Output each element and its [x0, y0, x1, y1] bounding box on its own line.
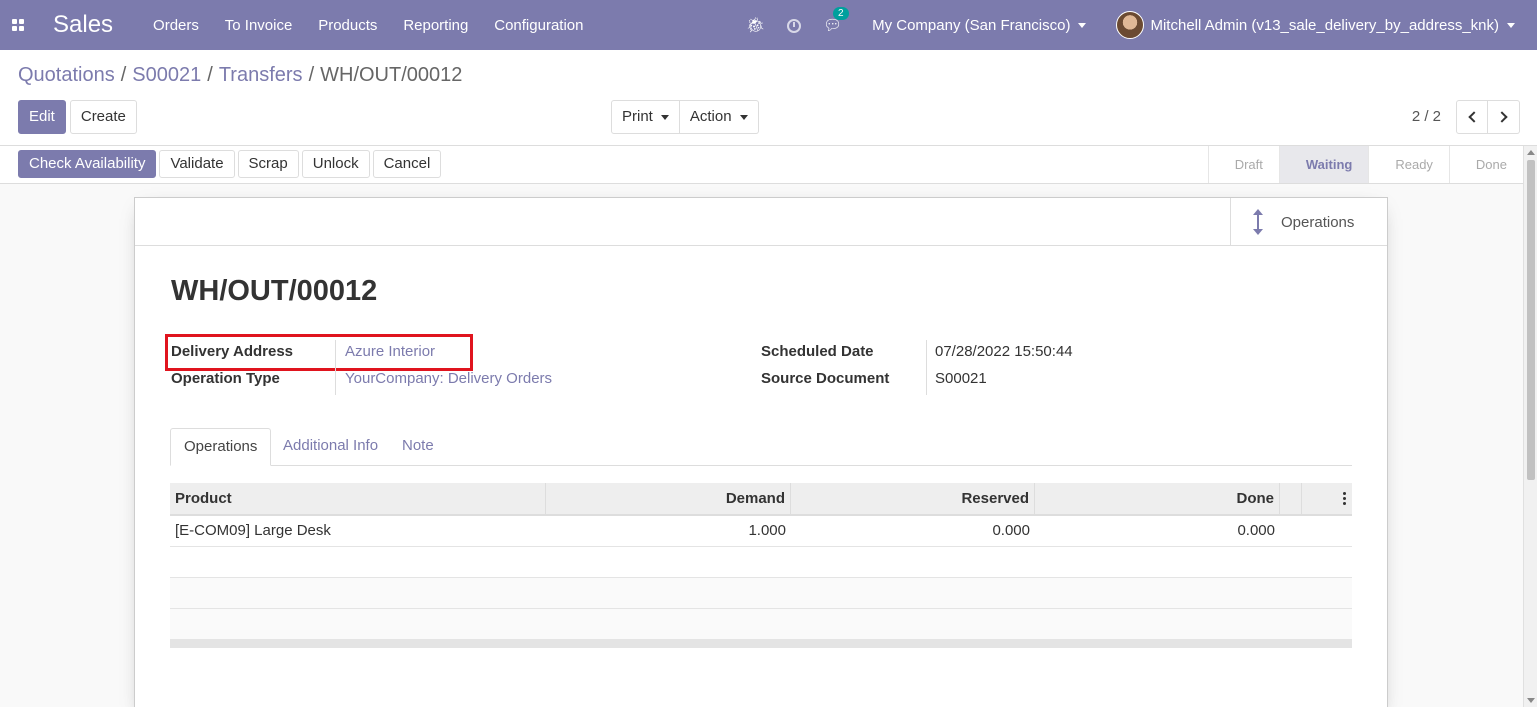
user-name: Mitchell Admin (v13_sale_delivery_by_add…: [1150, 16, 1499, 34]
breadcrumb: Quotations / S00021/Transfers / WH/OUT/00012: [18, 64, 463, 86]
pager-previous-button[interactable]: [1456, 100, 1488, 134]
top-navbar: Sales Orders To Invoice Products Reporti…: [0, 0, 1537, 50]
column-spacer: [1280, 483, 1302, 514]
source-document-value: S00021: [935, 370, 987, 387]
menu-orders[interactable]: Orders: [153, 17, 199, 34]
action-label: Action: [689, 108, 732, 125]
cell-reserved: 0.000: [992, 522, 1030, 539]
field-divider: [335, 340, 336, 395]
column-done[interactable]: Done: [1035, 483, 1280, 514]
scrap-button[interactable]: Scrap: [237, 150, 299, 178]
edit-button[interactable]: Edit: [18, 100, 66, 134]
menu-reporting[interactable]: Reporting: [403, 17, 468, 34]
table-header: Product Demand Reserved Done: [170, 483, 1352, 516]
chat-count-badge: 2: [833, 7, 849, 20]
validate-button[interactable]: Validate: [159, 150, 235, 178]
cell-done: 0.000: [1237, 522, 1275, 539]
scheduled-date-label: Scheduled Date: [761, 343, 874, 360]
caret-down-icon: [739, 114, 748, 120]
cancel-button[interactable]: Cancel: [372, 150, 442, 178]
column-reserved[interactable]: Reserved: [791, 483, 1035, 514]
delivery-address-link[interactable]: Azure Interior: [345, 343, 435, 360]
pager-value[interactable]: 2 / 2: [1412, 108, 1441, 125]
menu-products[interactable]: Products: [318, 17, 377, 34]
menu-to-invoice[interactable]: To Invoice: [225, 17, 293, 34]
user-menu[interactable]: Mitchell Admin (v13_sale_delivery_by_add…: [1116, 11, 1515, 39]
table-row[interactable]: [E-COM09] Large Desk 1.000 0.000 0.000: [170, 516, 1352, 547]
app-name[interactable]: Sales: [53, 11, 113, 39]
cell-product: [E-COM09] Large Desk: [175, 522, 331, 539]
caret-down-icon: [660, 114, 669, 120]
empty-row: [170, 547, 1352, 578]
optional-columns-icon[interactable]: [1343, 492, 1346, 505]
breadcrumb-quotations[interactable]: Quotations: [18, 64, 115, 86]
company-switcher[interactable]: My Company (San Francisco): [872, 16, 1087, 34]
caret-down-icon: [1507, 22, 1515, 28]
stage-waiting: Waiting: [1278, 146, 1369, 183]
chevron-left-icon: [1467, 111, 1480, 123]
table-footer: [170, 640, 1352, 648]
form-sheet: Operations WH/OUT/00012 Delivery Address…: [134, 197, 1388, 707]
stage-pipeline: Draft Waiting Ready Done: [1207, 146, 1523, 183]
arrows-vertical-icon: [1253, 209, 1263, 235]
operation-type-label: Operation Type: [171, 370, 280, 387]
form-area: Operations WH/OUT/00012 Delivery Address…: [0, 184, 1523, 707]
bug-icon[interactable]: 🐞︎: [746, 16, 765, 34]
scroll-thumb[interactable]: [1527, 160, 1535, 480]
tab-note[interactable]: Note: [402, 428, 434, 466]
create-button[interactable]: Create: [69, 100, 137, 134]
breadcrumb-current: WH/OUT/00012: [320, 64, 463, 86]
menu-configuration[interactable]: Configuration: [494, 17, 583, 34]
main-menu: Orders To Invoice Products Reporting Con…: [153, 17, 605, 34]
delivery-address-label: Delivery Address: [171, 343, 294, 360]
pager-next-button[interactable]: [1488, 100, 1520, 134]
page-title: WH/OUT/00012: [171, 275, 378, 307]
button-box: Operations: [135, 198, 1387, 246]
scrollbar[interactable]: [1523, 146, 1537, 707]
clock-icon[interactable]: [787, 17, 802, 34]
tab-operations[interactable]: Operations: [170, 428, 272, 466]
operations-smart-button[interactable]: Operations: [1230, 198, 1387, 246]
check-availability-button[interactable]: Check Availability: [18, 150, 157, 178]
stage-done: Done: [1448, 146, 1523, 183]
print-dropdown[interactable]: Print: [611, 100, 680, 134]
scheduled-date-value: 07/28/2022 15:50:44: [935, 343, 1073, 360]
operations-table: Product Demand Reserved Done [E-COM09] L…: [170, 483, 1352, 648]
source-document-label: Source Document: [761, 370, 890, 387]
cell-demand: 1.000: [748, 522, 786, 539]
scroll-down-icon[interactable]: [1527, 698, 1535, 703]
stage-draft: Draft: [1207, 146, 1279, 183]
operations-smart-button-label: Operations: [1281, 213, 1355, 231]
empty-row: [170, 609, 1352, 640]
empty-row: [170, 578, 1352, 609]
apps-icon[interactable]: [0, 0, 36, 50]
unlock-button[interactable]: Unlock: [301, 150, 370, 178]
breadcrumb-transfers[interactable]: Transfers: [219, 64, 303, 86]
operation-type-link[interactable]: YourCompany: Delivery Orders: [345, 370, 552, 387]
column-demand[interactable]: Demand: [546, 483, 791, 514]
print-label: Print: [622, 108, 653, 125]
scroll-up-icon[interactable]: [1527, 150, 1535, 155]
avatar: [1116, 11, 1145, 39]
caret-down-icon: [1078, 23, 1087, 29]
statusbar: Check Availability Validate Scrap Unlock…: [0, 146, 1523, 184]
chat-icon[interactable]: 💬︎ 2: [823, 7, 849, 34]
breadcrumb-s00021[interactable]: S00021: [132, 64, 201, 86]
chevron-right-icon: [1496, 111, 1508, 123]
column-product[interactable]: Product: [170, 483, 546, 514]
control-panel: Quotations / S00021/Transfers / WH/OUT/00012…: [0, 50, 1537, 146]
field-divider: [926, 340, 927, 395]
stage-ready: Ready: [1368, 146, 1449, 183]
company-name: My Company (San Francisco): [872, 16, 1071, 34]
notebook-tabs: Operations Additional Info Note: [170, 428, 1352, 466]
tab-additional-info[interactable]: Additional Info: [283, 428, 378, 466]
action-dropdown[interactable]: Action: [679, 100, 759, 134]
